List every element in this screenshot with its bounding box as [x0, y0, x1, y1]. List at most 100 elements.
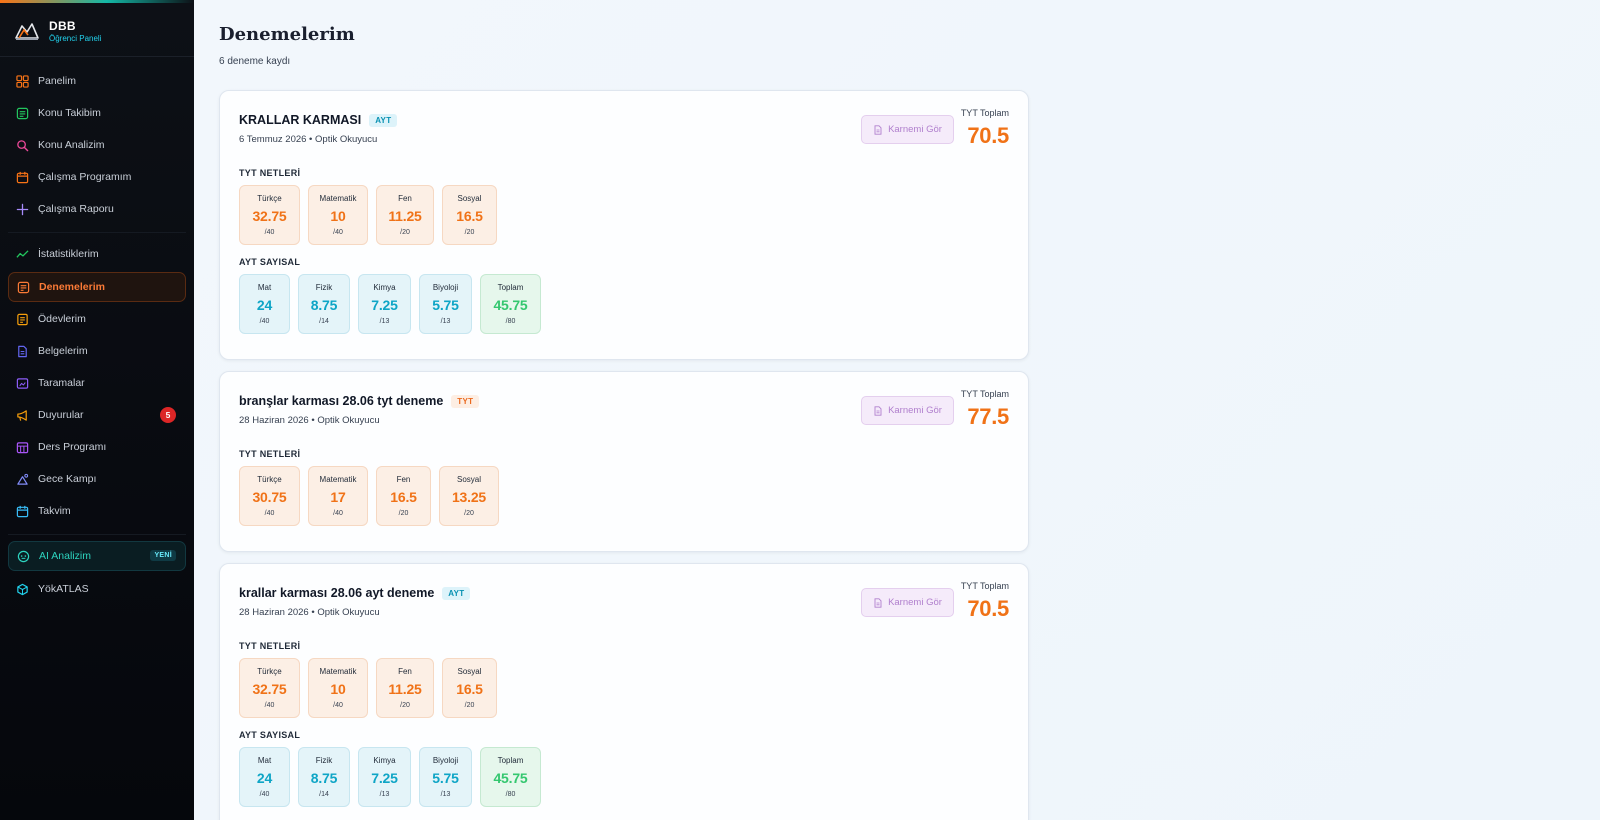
subject-net: 16.5 — [456, 681, 483, 697]
document-icon — [17, 281, 30, 293]
subject-label: Fen — [398, 194, 412, 203]
sidebar-item-denemelerim[interactable]: Denemelerim — [8, 272, 186, 302]
subject-label: Türkçe — [257, 667, 282, 676]
sidebar-item-label: Ödevlerim — [38, 313, 86, 325]
ayt-scores: Mat 24 /40 Fizik 8.75 /14 Kimya 7.25 /13… — [239, 274, 541, 334]
exam-meta: 28 Haziran 2026 • Optik Okuyucu — [239, 415, 380, 426]
subject-label: Kimya — [373, 756, 396, 765]
exam-title-row: krallar karması 28.06 ayt deneme AYT — [239, 586, 471, 600]
sidebar-item-ders-programi[interactable]: Ders Programı — [8, 432, 186, 462]
sidebar-item-label: Gece Kampı — [38, 473, 97, 485]
exam-title-row: KRALLAR KARMASI AYT — [239, 113, 398, 127]
subject-net: 16.5 — [390, 489, 417, 505]
view-report-card-button[interactable]: Karnemi Gör — [861, 588, 954, 617]
brand[interactable]: DBB Öğrenci Paneli — [14, 18, 101, 44]
subject-max: /80 — [505, 791, 516, 798]
total-label: TYT Toplam — [960, 108, 1009, 118]
list-check-icon — [16, 107, 29, 119]
exam-type-tag: AYT — [369, 113, 398, 127]
score-tile: Kimya 7.25 /13 — [358, 274, 411, 334]
tyt-scores: Türkçe 32.75 /40 Matematik 10 /40 Fen 11… — [239, 185, 497, 245]
total-label: TYT Toplam — [960, 389, 1009, 399]
subject-label: Biyoloji — [432, 283, 459, 292]
score-tile: Fen 11.25 /20 — [376, 658, 434, 718]
subject-label: Fizik — [315, 756, 333, 765]
calendar-icon — [16, 171, 29, 183]
subject-label: Fen — [398, 667, 412, 676]
subject-max: /40 — [259, 318, 270, 325]
sidebar-item-duyurular[interactable]: Duyurular 5 — [8, 400, 186, 430]
sidebar-item-label: İstatistiklerim — [38, 248, 99, 260]
sidebar-item-istatistiklerim[interactable]: İstatistiklerim — [8, 239, 186, 269]
sidebar-item-label: Konu Analizim — [38, 139, 105, 151]
subject-max: /13 — [379, 318, 390, 325]
sidebar-item-takvim[interactable]: Takvim — [8, 496, 186, 526]
timetable-icon — [16, 441, 29, 453]
subject-label: Toplam — [497, 283, 524, 292]
exam-name: krallar karması 28.06 ayt deneme — [239, 586, 435, 600]
sidebar-item-label: Çalışma Programım — [38, 171, 132, 183]
grid-icon — [16, 74, 29, 88]
subject-net: 11.25 — [388, 681, 422, 697]
subject-net: 8.75 — [310, 297, 338, 313]
subject-label: Fen — [396, 475, 411, 484]
view-report-card-button[interactable]: Karnemi Gör — [861, 396, 954, 425]
subject-max: /13 — [440, 318, 451, 325]
exam-name: KRALLAR KARMASI — [239, 113, 362, 127]
sidebar-item-taramalar[interactable]: Taramalar — [8, 368, 186, 398]
exam-title-row: branşlar karması 28.06 tyt deneme TYT — [239, 394, 480, 408]
tyt-section-label: TYT NETLERİ — [239, 449, 301, 459]
sidebar-item-calisma-programim[interactable]: Çalışma Programım — [8, 162, 186, 192]
score-tile: Matematik 10 /40 — [308, 658, 368, 718]
ai-icon — [17, 550, 30, 562]
score-tile-total: Toplam 45.75 /80 — [480, 747, 541, 807]
subject-label: Türkçe — [257, 475, 282, 484]
subject-net: 45.75 — [493, 297, 528, 313]
subject-net: 16.5 — [456, 208, 483, 224]
sidebar-item-belgelerim[interactable]: Belgelerim — [8, 336, 186, 366]
sidebar: DBB Öğrenci Paneli Panelim Konu Takibim … — [0, 0, 194, 820]
subject-net: 30.75 — [252, 489, 287, 505]
subject-net: 11.25 — [388, 208, 422, 224]
subject-label: Fizik — [315, 283, 333, 292]
subject-net: 13.25 — [451, 489, 487, 505]
total-score: 77.5 — [967, 404, 1009, 429]
exam-name: branşlar karması 28.06 tyt deneme — [239, 394, 444, 408]
subject-label: Mat — [257, 283, 272, 292]
sidebar-item-ai-analizim[interactable]: AI Analizim YENİ — [8, 541, 186, 571]
subject-label: Mat — [257, 756, 272, 765]
file-icon — [18, 345, 27, 357]
sidebar-item-gece-kampi[interactable]: Gece Kampı — [8, 464, 186, 494]
brand-subtitle: Öğrenci Paneli — [49, 34, 102, 43]
subject-net: 17 — [330, 489, 346, 505]
sidebar-item-calisma-raporu[interactable]: Çalışma Raporu — [8, 194, 186, 224]
subject-max: /40 — [264, 702, 275, 709]
brand-divider — [0, 56, 194, 57]
subject-max: /14 — [319, 791, 329, 798]
view-report-card-button[interactable]: Karnemi Gör — [861, 115, 954, 144]
cube-icon — [17, 583, 28, 595]
megaphone-icon — [17, 409, 27, 421]
trend-line-icon — [16, 249, 29, 258]
sidebar-item-label: Konu Takibim — [38, 107, 101, 119]
main-content: Denemelerim 6 deneme kaydı KRALLAR KARMA… — [194, 0, 1600, 820]
subject-max: /40 — [259, 791, 270, 798]
plus-icon — [16, 203, 29, 215]
subject-net: 32.75 — [252, 208, 287, 224]
new-badge: YENİ — [150, 550, 176, 561]
sidebar-item-konu-analizim[interactable]: Konu Analizim — [8, 130, 186, 160]
sidebar-item-label: Taramalar — [38, 377, 85, 389]
sidebar-divider — [8, 534, 186, 535]
sidebar-item-odevlerim[interactable]: Ödevlerim — [8, 304, 186, 334]
button-label: Karnemi Gör — [888, 405, 942, 416]
sidebar-item-label: Panelim — [38, 75, 76, 87]
score-tile: Fen 11.25 /20 — [376, 185, 434, 245]
subject-max: /20 — [464, 229, 475, 236]
brand-name: DBB — [49, 19, 76, 33]
sidebar-item-panelim[interactable]: Panelim — [8, 66, 186, 96]
subject-max: /20 — [398, 510, 409, 517]
score-tile: Biyoloji 5.75 /13 — [419, 747, 472, 807]
subject-max: /20 — [464, 702, 475, 709]
sidebar-item-yokatlas[interactable]: YökATLAS — [8, 574, 186, 604]
sidebar-item-konu-takibim[interactable]: Konu Takibim — [8, 98, 186, 128]
